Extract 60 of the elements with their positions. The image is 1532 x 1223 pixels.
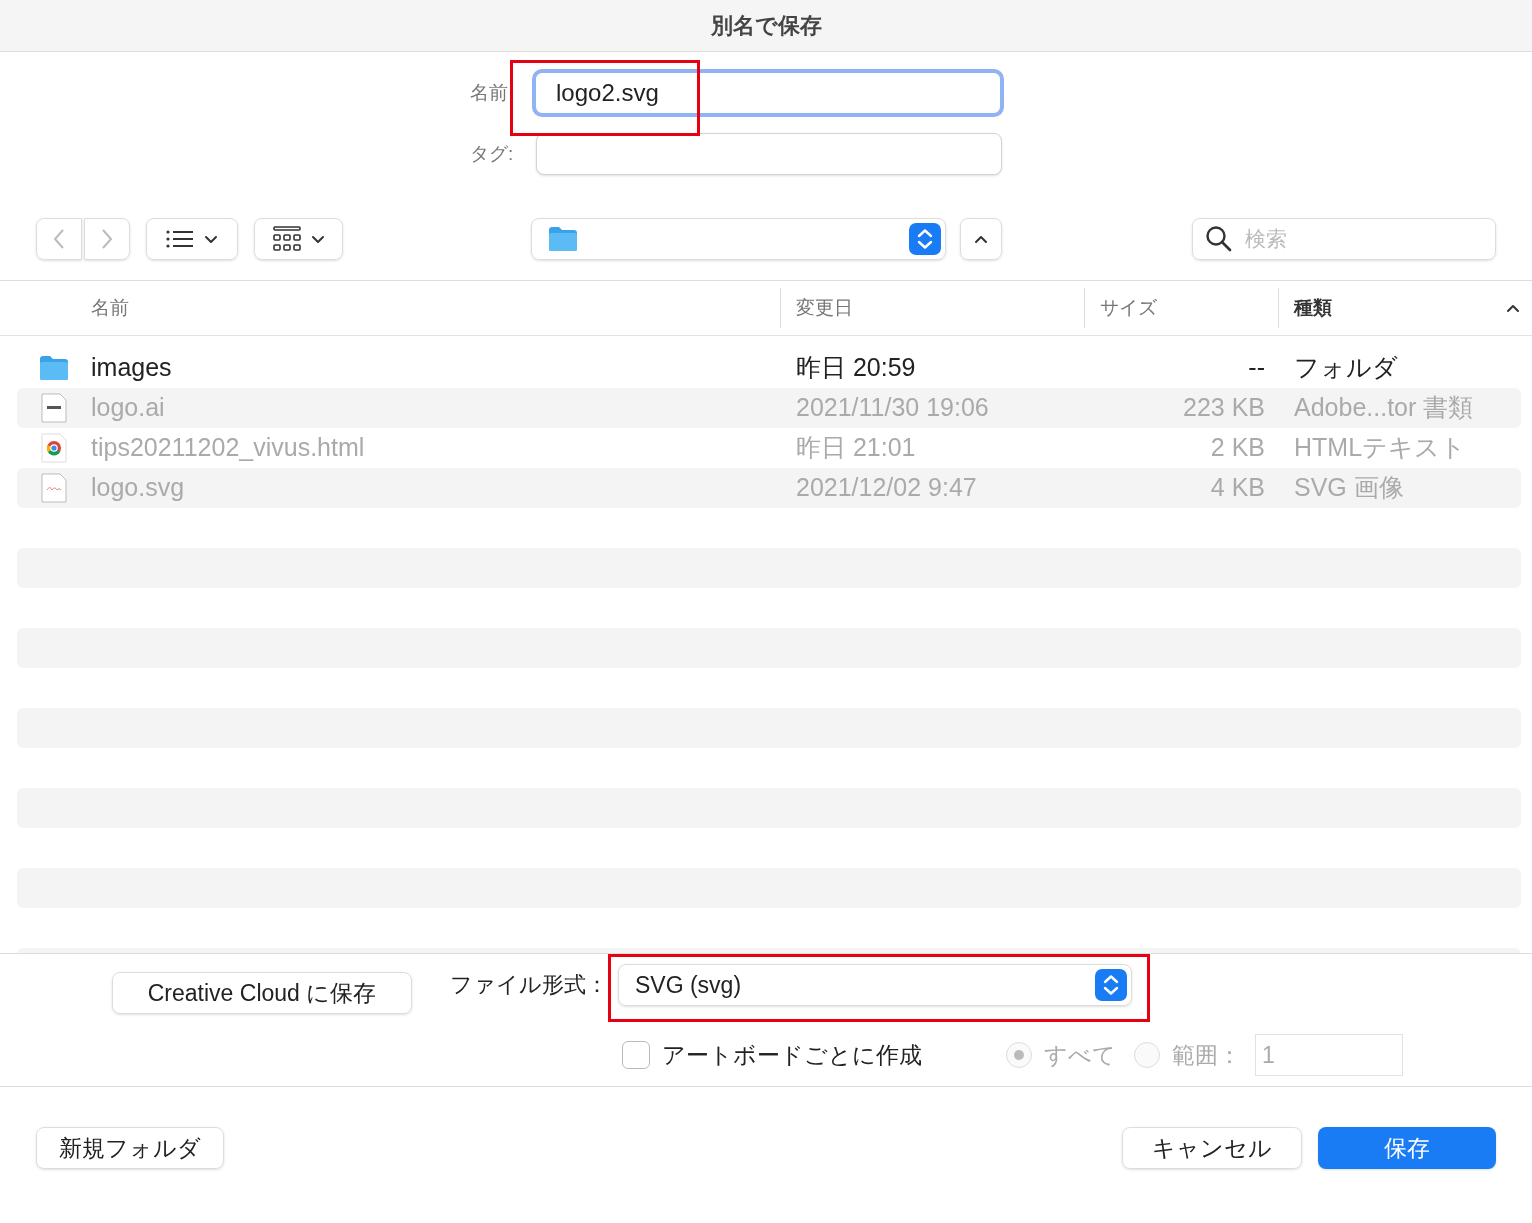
list-view-button[interactable] bbox=[145, 218, 238, 260]
list-icon bbox=[165, 229, 194, 249]
file-kind: HTMLテキスト bbox=[1294, 433, 1467, 462]
grid-icon bbox=[272, 226, 301, 252]
field-label: タグ: bbox=[470, 141, 515, 166]
search-field[interactable]: 検索 bbox=[1191, 218, 1496, 260]
file-name: images bbox=[91, 352, 172, 384]
file-kind: フォルダ bbox=[1294, 353, 1398, 382]
chevron-left-icon bbox=[52, 228, 65, 250]
file-date: 2021/11/30 19:06 bbox=[796, 393, 989, 422]
radio-label: すべて bbox=[1044, 1040, 1116, 1070]
window-title: 別名で保存 bbox=[710, 12, 822, 40]
chevron-right-icon bbox=[100, 228, 113, 250]
file-name: logo.svg bbox=[91, 472, 185, 504]
radio-label: 範囲： bbox=[1172, 1040, 1241, 1070]
file-kind: SVG 画像 bbox=[1294, 473, 1404, 502]
column-header[interactable]: サイズ bbox=[1084, 288, 1278, 328]
file-size: 223 KB bbox=[1183, 392, 1265, 424]
file-date: 2021/12/02 9:47 bbox=[796, 473, 977, 502]
grid-view-button[interactable] bbox=[253, 218, 344, 260]
tag-field[interactable] bbox=[536, 133, 1002, 175]
creative-cloud-button[interactable]: Creative Cloud に保存 bbox=[112, 972, 412, 1014]
folder-icon bbox=[548, 226, 579, 252]
new-folder-button[interactable]: 新規フォルダ bbox=[36, 1127, 224, 1169]
cancel-button[interactable]: キャンセル bbox=[1122, 1127, 1302, 1169]
location-popup[interactable] bbox=[531, 218, 946, 260]
stepper-icon bbox=[1095, 969, 1127, 1001]
file-date: 昨日 20:59 bbox=[796, 353, 916, 382]
checkbox-label: アートボードごとに作成 bbox=[662, 1040, 922, 1070]
save-button[interactable]: 保存 bbox=[1318, 1127, 1496, 1169]
document-icon bbox=[41, 473, 67, 503]
chevron-down-icon bbox=[203, 234, 218, 244]
search-icon bbox=[1204, 225, 1233, 253]
forward-button[interactable] bbox=[83, 218, 130, 260]
search-input[interactable]: 検索 bbox=[1244, 223, 1465, 255]
file-kind: Adobe...tor 書類 bbox=[1294, 393, 1474, 422]
checkbox[interactable] bbox=[622, 1041, 650, 1069]
parent-folder-button[interactable] bbox=[959, 218, 1002, 260]
column-header[interactable]: 変更日 bbox=[780, 288, 1084, 328]
file-size: 4 KB bbox=[1210, 472, 1265, 504]
file-name: tips20211202_vivus.html bbox=[91, 432, 365, 464]
file-size: 2 KB bbox=[1210, 432, 1265, 464]
chevron-up-icon bbox=[973, 234, 988, 244]
column-header[interactable]: 種類 bbox=[1278, 288, 1532, 328]
name-field[interactable]: logo2.svg bbox=[532, 69, 1004, 117]
file-name: logo.ai bbox=[91, 392, 165, 424]
file-size: -- bbox=[1248, 352, 1265, 384]
folder-icon bbox=[39, 355, 69, 381]
back-button[interactable] bbox=[36, 218, 82, 260]
document-icon bbox=[41, 393, 67, 423]
column-header[interactable]: 名前 bbox=[0, 288, 780, 328]
stepper-icon bbox=[908, 223, 941, 255]
chevron-down-icon bbox=[310, 234, 325, 244]
file-row[interactable]: images 昨日 20:59 -- フォルダ bbox=[17, 348, 1521, 388]
file-date: 昨日 21:01 bbox=[796, 433, 916, 462]
format-label: ファイル形式： bbox=[450, 971, 608, 999]
chevron-up-icon bbox=[1506, 303, 1520, 313]
format-popup[interactable]: SVG (svg) bbox=[618, 964, 1132, 1006]
field-label: 名前 bbox=[470, 81, 508, 103]
browser-document-icon bbox=[41, 433, 67, 463]
